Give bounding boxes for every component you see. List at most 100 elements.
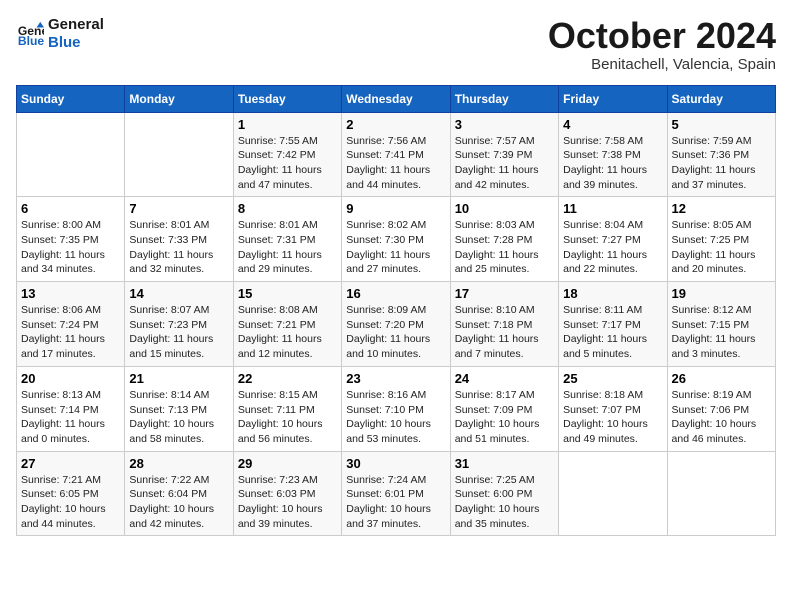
- logo-line1: General: [48, 16, 104, 34]
- calendar-cell: 31 Sunrise: 7:25 AM Sunset: 6:00 PM Dayli…: [450, 451, 558, 536]
- calendar-week: 6 Sunrise: 8:00 AM Sunset: 7:35 PM Daylig…: [17, 197, 776, 282]
- calendar-cell: 5 Sunrise: 7:59 AM Sunset: 7:36 PM Daylig…: [667, 112, 775, 197]
- calendar-body: 1 Sunrise: 7:55 AM Sunset: 7:42 PM Daylig…: [17, 112, 776, 536]
- day-info: Sunrise: 8:09 AM Sunset: 7:20 PM Dayligh…: [346, 303, 445, 362]
- calendar-cell: [559, 451, 667, 536]
- day-info: Sunrise: 7:55 AM Sunset: 7:42 PM Dayligh…: [238, 134, 337, 193]
- day-number: 31: [455, 456, 554, 471]
- calendar-cell: 13Sunrise: 8:06 AM Sunset: 7:24 PM Dayli…: [17, 282, 125, 367]
- day-info: Sunrise: 8:13 AM Sunset: 7:14 PM Dayligh…: [21, 388, 120, 447]
- calendar-cell: 10Sunrise: 8:03 AM Sunset: 7:28 PM Dayli…: [450, 197, 558, 282]
- day-info: Sunrise: 8:01 AM Sunset: 7:31 PM Dayligh…: [238, 218, 337, 277]
- day-info: Sunrise: 7:58 AM Sunset: 7:38 PM Dayligh…: [563, 134, 662, 193]
- day-info: Sunrise: 8:14 AM Sunset: 7:13 PM Dayligh…: [129, 388, 228, 447]
- day-number: 1: [238, 117, 337, 132]
- day-number: 9: [346, 201, 445, 216]
- calendar-cell: 19 Sunrise: 8:12 AM Sunset: 7:15 PM Dayli…: [667, 282, 775, 367]
- calendar-week: 1 Sunrise: 7:55 AM Sunset: 7:42 PM Daylig…: [17, 112, 776, 197]
- calendar-cell: 18 Sunrise: 8:11 AM Sunset: 7:17 PM Dayli…: [559, 282, 667, 367]
- header-day: Sunday: [17, 85, 125, 112]
- calendar-cell: 28 Sunrise: 7:22 AM Sunset: 6:04 PM Dayli…: [125, 451, 233, 536]
- day-number: 20: [21, 371, 120, 386]
- calendar-cell: 27 Sunrise: 7:21 AM Sunset: 6:05 PM Dayli…: [17, 451, 125, 536]
- day-number: 11: [563, 201, 662, 216]
- header-day: Friday: [559, 85, 667, 112]
- day-number: 12: [672, 201, 771, 216]
- calendar-cell: 15 Sunrise: 8:08 AM Sunset: 7:21 PM Dayli…: [233, 282, 341, 367]
- day-number: 24: [455, 371, 554, 386]
- calendar-cell: 24 Sunrise: 8:17 AM Sunset: 7:09 PM Dayli…: [450, 366, 558, 451]
- day-info: Sunrise: 8:04 AM Sunset: 7:27 PM Dayligh…: [563, 218, 662, 277]
- logo-icon: General Blue: [16, 20, 44, 48]
- calendar-cell: 7Sunrise: 8:01 AM Sunset: 7:33 PM Daylig…: [125, 197, 233, 282]
- calendar-cell: 22Sunrise: 8:15 AM Sunset: 7:11 PM Dayli…: [233, 366, 341, 451]
- day-info: Sunrise: 8:18 AM Sunset: 7:07 PM Dayligh…: [563, 388, 662, 447]
- day-info: Sunrise: 7:57 AM Sunset: 7:39 PM Dayligh…: [455, 134, 554, 193]
- day-info: Sunrise: 7:25 AM Sunset: 6:00 PM Dayligh…: [455, 473, 554, 532]
- logo-line2: Blue: [48, 34, 104, 52]
- calendar-cell: 3 Sunrise: 7:57 AM Sunset: 7:39 PM Daylig…: [450, 112, 558, 197]
- day-info: Sunrise: 8:10 AM Sunset: 7:18 PM Dayligh…: [455, 303, 554, 362]
- day-number: 3: [455, 117, 554, 132]
- day-info: Sunrise: 8:12 AM Sunset: 7:15 PM Dayligh…: [672, 303, 771, 362]
- calendar-cell: 4Sunrise: 7:58 AM Sunset: 7:38 PM Daylig…: [559, 112, 667, 197]
- calendar-cell: 9 Sunrise: 8:02 AM Sunset: 7:30 PM Daylig…: [342, 197, 450, 282]
- calendar-cell: 12 Sunrise: 8:05 AM Sunset: 7:25 PM Dayli…: [667, 197, 775, 282]
- header-day: Wednesday: [342, 85, 450, 112]
- day-info: Sunrise: 8:03 AM Sunset: 7:28 PM Dayligh…: [455, 218, 554, 277]
- day-info: Sunrise: 8:06 AM Sunset: 7:24 PM Dayligh…: [21, 303, 120, 362]
- day-info: Sunrise: 8:11 AM Sunset: 7:17 PM Dayligh…: [563, 303, 662, 362]
- calendar-cell: 30Sunrise: 7:24 AM Sunset: 6:01 PM Dayli…: [342, 451, 450, 536]
- day-info: Sunrise: 7:21 AM Sunset: 6:05 PM Dayligh…: [21, 473, 120, 532]
- calendar-table: SundayMondayTuesdayWednesdayThursdayFrid…: [16, 85, 776, 537]
- day-info: Sunrise: 8:00 AM Sunset: 7:35 PM Dayligh…: [21, 218, 120, 277]
- calendar-week: 13Sunrise: 8:06 AM Sunset: 7:24 PM Dayli…: [17, 282, 776, 367]
- calendar-cell: 21 Sunrise: 8:14 AM Sunset: 7:13 PM Dayli…: [125, 366, 233, 451]
- calendar-cell: 11 Sunrise: 8:04 AM Sunset: 7:27 PM Dayli…: [559, 197, 667, 282]
- day-number: 27: [21, 456, 120, 471]
- day-info: Sunrise: 8:19 AM Sunset: 7:06 PM Dayligh…: [672, 388, 771, 447]
- day-info: Sunrise: 8:07 AM Sunset: 7:23 PM Dayligh…: [129, 303, 228, 362]
- calendar-cell: 17 Sunrise: 8:10 AM Sunset: 7:18 PM Dayli…: [450, 282, 558, 367]
- day-info: Sunrise: 7:24 AM Sunset: 6:01 PM Dayligh…: [346, 473, 445, 532]
- day-info: Sunrise: 7:56 AM Sunset: 7:41 PM Dayligh…: [346, 134, 445, 193]
- day-number: 7: [129, 201, 228, 216]
- day-number: 18: [563, 286, 662, 301]
- title-block: October 2024 Benitachell, Valencia, Spai…: [548, 16, 776, 73]
- header-day: Thursday: [450, 85, 558, 112]
- day-info: Sunrise: 8:17 AM Sunset: 7:09 PM Dayligh…: [455, 388, 554, 447]
- subtitle: Benitachell, Valencia, Spain: [548, 56, 776, 73]
- calendar-cell: 25Sunrise: 8:18 AM Sunset: 7:07 PM Dayli…: [559, 366, 667, 451]
- day-number: 16: [346, 286, 445, 301]
- month-title: October 2024: [548, 16, 776, 56]
- calendar-cell: 2Sunrise: 7:56 AM Sunset: 7:41 PM Daylig…: [342, 112, 450, 197]
- svg-text:Blue: Blue: [18, 34, 44, 48]
- logo: General Blue General Blue: [16, 16, 104, 52]
- calendar-cell: 23Sunrise: 8:16 AM Sunset: 7:10 PM Dayli…: [342, 366, 450, 451]
- day-number: 19: [672, 286, 771, 301]
- header-row: SundayMondayTuesdayWednesdayThursdayFrid…: [17, 85, 776, 112]
- day-info: Sunrise: 7:22 AM Sunset: 6:04 PM Dayligh…: [129, 473, 228, 532]
- day-number: 15: [238, 286, 337, 301]
- day-info: Sunrise: 7:59 AM Sunset: 7:36 PM Dayligh…: [672, 134, 771, 193]
- day-number: 5: [672, 117, 771, 132]
- header-day: Monday: [125, 85, 233, 112]
- calendar-header: SundayMondayTuesdayWednesdayThursdayFrid…: [17, 85, 776, 112]
- header-day: Saturday: [667, 85, 775, 112]
- day-number: 28: [129, 456, 228, 471]
- day-info: Sunrise: 8:08 AM Sunset: 7:21 PM Dayligh…: [238, 303, 337, 362]
- day-number: 6: [21, 201, 120, 216]
- calendar-week: 27 Sunrise: 7:21 AM Sunset: 6:05 PM Dayli…: [17, 451, 776, 536]
- day-number: 26: [672, 371, 771, 386]
- calendar-cell: 6 Sunrise: 8:00 AM Sunset: 7:35 PM Daylig…: [17, 197, 125, 282]
- day-info: Sunrise: 8:05 AM Sunset: 7:25 PM Dayligh…: [672, 218, 771, 277]
- calendar-week: 20 Sunrise: 8:13 AM Sunset: 7:14 PM Dayli…: [17, 366, 776, 451]
- day-number: 17: [455, 286, 554, 301]
- header-day: Tuesday: [233, 85, 341, 112]
- calendar-cell: 26 Sunrise: 8:19 AM Sunset: 7:06 PM Dayli…: [667, 366, 775, 451]
- calendar-cell: 1 Sunrise: 7:55 AM Sunset: 7:42 PM Daylig…: [233, 112, 341, 197]
- day-info: Sunrise: 8:02 AM Sunset: 7:30 PM Dayligh…: [346, 218, 445, 277]
- calendar-cell: [667, 451, 775, 536]
- page-header: General Blue General Blue October 2024 B…: [16, 16, 776, 73]
- day-number: 21: [129, 371, 228, 386]
